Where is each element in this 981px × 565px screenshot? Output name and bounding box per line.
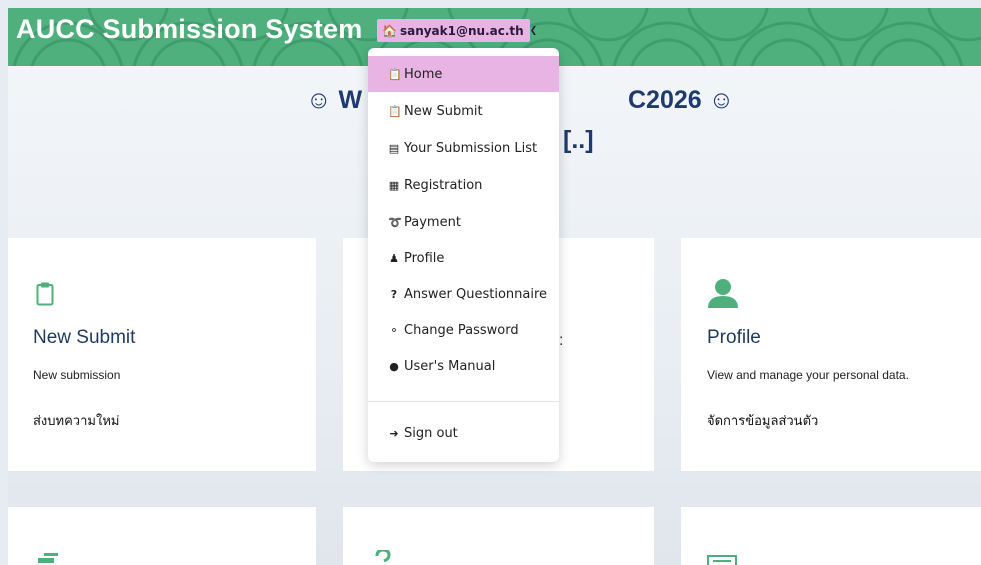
- card-registration[interactable]: [8, 507, 316, 565]
- user-email: sanyak1@nu.ac.th: [399, 23, 524, 38]
- menu-item-sign-out[interactable]: ➜ Sign out: [368, 415, 559, 451]
- card-profile[interactable]: Profile View and manage your personal da…: [681, 238, 981, 471]
- welcome-subheading: [..]: [563, 126, 594, 154]
- user-icon: ♟: [389, 251, 399, 265]
- user-menu-button[interactable]: 🏠 sanyak1@nu.ac.th ❮: [377, 19, 537, 42]
- home-icon: 🏠: [382, 23, 397, 38]
- clipboard-icon: 📋: [388, 67, 402, 81]
- menu-item-submission-list[interactable]: ▤ Your Submission List: [368, 130, 559, 166]
- menu-item-label: Profile: [404, 250, 445, 266]
- user-icon: [708, 279, 738, 308]
- card-thai-label: ส่งบทความใหม่: [33, 413, 120, 428]
- card-description: View and manage your personal data.: [707, 368, 909, 382]
- chevron-down-icon: ❮: [529, 25, 538, 36]
- menu-item-users-manual[interactable]: ● User's Manual: [368, 348, 559, 384]
- card-new-submit[interactable]: New Submit New submission ส่งบทความใหม่: [8, 238, 316, 471]
- menu-divider: [368, 401, 559, 402]
- card-text-fragment: :: [559, 332, 564, 349]
- card-questionnaire[interactable]: [343, 507, 654, 565]
- menu-item-label: New Submit: [404, 103, 483, 119]
- menu-item-new-submit[interactable]: 📋 New Submit: [368, 93, 559, 129]
- register-icon: ▦: [388, 178, 400, 192]
- menu-item-registration[interactable]: ▦ Registration: [368, 167, 559, 203]
- menu-item-home[interactable]: 📋 Home: [368, 56, 559, 92]
- site-title[interactable]: AUCC Submission System: [16, 14, 362, 45]
- card-title: Profile: [707, 327, 761, 348]
- clipboard-icon: 📋: [388, 104, 402, 118]
- menu-item-change-password[interactable]: ⚬ Change Password: [368, 312, 559, 348]
- card-manual[interactable]: [681, 507, 981, 565]
- list-icon: ▤: [388, 141, 400, 155]
- clipboard-icon: [36, 282, 54, 306]
- payment-icon: [38, 553, 58, 563]
- menu-item-label: Change Password: [404, 322, 519, 338]
- sign-out-icon: ➜: [389, 426, 399, 440]
- menu-item-label: Registration: [404, 177, 483, 193]
- menu-item-label: Home: [404, 66, 443, 82]
- menu-item-profile[interactable]: ♟ Profile: [368, 240, 559, 276]
- menu-item-label: Sign out: [404, 425, 458, 441]
- card-thai-label: จัดการข้อมูลส่วนตัว: [707, 413, 819, 428]
- question-icon: [375, 550, 391, 563]
- key-icon: ⚬: [389, 323, 399, 337]
- menu-item-payment[interactable]: ➰ Payment: [368, 204, 559, 240]
- menu-item-label: Answer Questionnaire: [404, 286, 548, 302]
- menu-item-label: Your Submission List: [404, 140, 538, 156]
- comment-icon: ●: [389, 359, 399, 373]
- payment-icon: ➰: [388, 215, 402, 229]
- card-title: New Submit: [33, 327, 136, 348]
- card-description: New submission: [33, 368, 121, 382]
- user-dropdown-menu: 📋 Home 📋 New Submit ▤ Your Submission Li…: [368, 48, 559, 462]
- list-icon: [707, 555, 737, 565]
- welcome-heading-left: ☺ W: [306, 86, 363, 114]
- menu-item-answer-questionnaire[interactable]: ? Answer Questionnaire: [368, 276, 559, 312]
- question-icon: ?: [390, 287, 398, 301]
- app-window: AUCC Submission System 🏠 sanyak1@nu.ac.t…: [8, 8, 981, 565]
- welcome-heading-right: C2026 ☺: [628, 86, 735, 114]
- menu-item-label: User's Manual: [404, 358, 496, 374]
- menu-item-label: Payment: [404, 214, 461, 230]
